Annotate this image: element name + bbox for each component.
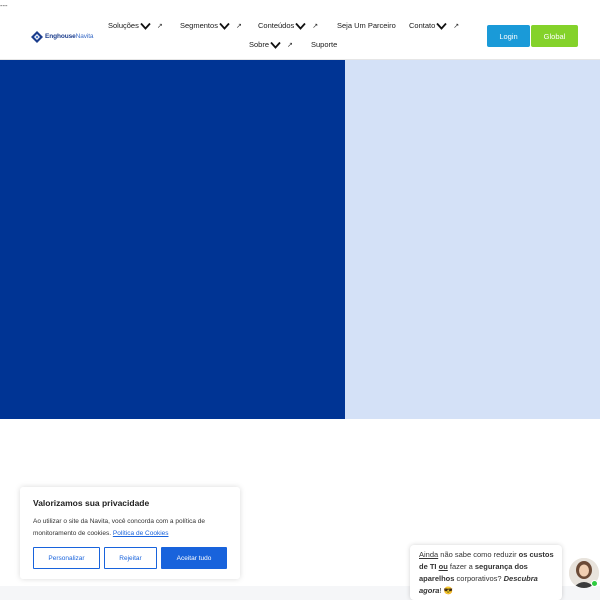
logo-icon	[31, 30, 43, 43]
chevron-down-icon	[270, 41, 281, 49]
nav-label: Soluções	[108, 21, 139, 30]
nav-label: Segmentos	[180, 21, 218, 30]
hero-panel-left	[0, 60, 345, 419]
chat-text-part: fazer a	[447, 562, 475, 571]
logo-brand: Enghouse	[45, 33, 76, 40]
external-arrow-icon: ↗	[312, 21, 319, 30]
nav-label: Seja Um Parceiro	[337, 21, 396, 30]
logo-product: Navita	[75, 33, 94, 40]
external-arrow-icon: ↗	[156, 21, 163, 30]
cookie-title: Valorizamos sua privacidade	[33, 498, 150, 508]
nav-item-suporte[interactable]: Suporte	[311, 40, 337, 49]
chat-text-part: ! 😎	[439, 586, 453, 595]
chat-message: Ainda não sabe como reduzir os custos de…	[419, 549, 559, 597]
chat-text-part: Ainda	[419, 550, 439, 559]
chat-prompt-bubble[interactable]: Ainda não sabe como reduzir os custos de…	[410, 545, 562, 600]
chevron-down-icon	[295, 22, 306, 30]
nav-label: Suporte	[311, 40, 338, 49]
chevron-down-icon	[140, 22, 151, 30]
chat-text-part: ou	[438, 562, 448, 571]
cookie-text: Ao utilizar o site da Navita, você conco…	[33, 516, 233, 540]
nav-item-conteudos[interactable]: Conteúdos ↗	[258, 21, 318, 30]
cookie-consent-banner: Valorizamos sua privacidade Ao utilizar …	[20, 487, 240, 579]
nav-item-contato[interactable]: Contato ↗	[409, 21, 459, 30]
chat-text-part: corporativos?	[454, 574, 504, 583]
chat-text-part: não sabe como reduzir	[438, 550, 519, 559]
nav-item-segmentos[interactable]: Segmentos ↗	[180, 21, 242, 30]
page: --- EnghouseNavita Soluções ↗ Segmentos …	[0, 0, 600, 600]
online-status-dot	[591, 580, 598, 587]
top-separator-text: ---	[0, 2, 8, 10]
cookie-policy-link[interactable]: Política de Cookies	[113, 530, 169, 537]
external-arrow-icon: ↗	[453, 21, 460, 30]
reject-button[interactable]: Rejeitar	[104, 547, 157, 569]
logo-text: EnghouseNavita	[45, 33, 94, 40]
login-button[interactable]: Login	[487, 25, 530, 47]
external-arrow-icon: ↗	[235, 21, 242, 30]
customize-button[interactable]: Personalizar	[33, 547, 100, 569]
nav-label: Contato	[409, 21, 436, 30]
nav-item-solucoes[interactable]: Soluções ↗	[108, 21, 163, 30]
chevron-down-icon	[219, 22, 230, 30]
nav-label: Sobre	[249, 40, 270, 49]
logo[interactable]: EnghouseNavita	[31, 30, 94, 43]
external-arrow-icon: ↗	[287, 40, 293, 49]
nav-label: Conteúdos	[258, 21, 295, 30]
hero-panel-right	[345, 60, 600, 419]
nav-item-seja-parceiro[interactable]: Seja Um Parceiro	[337, 21, 396, 30]
nav-item-sobre[interactable]: Sobre ↗	[249, 40, 293, 49]
chevron-down-icon	[436, 22, 447, 30]
accept-all-button[interactable]: Aceitar tudo	[161, 547, 227, 569]
global-button[interactable]: Global	[531, 25, 578, 47]
